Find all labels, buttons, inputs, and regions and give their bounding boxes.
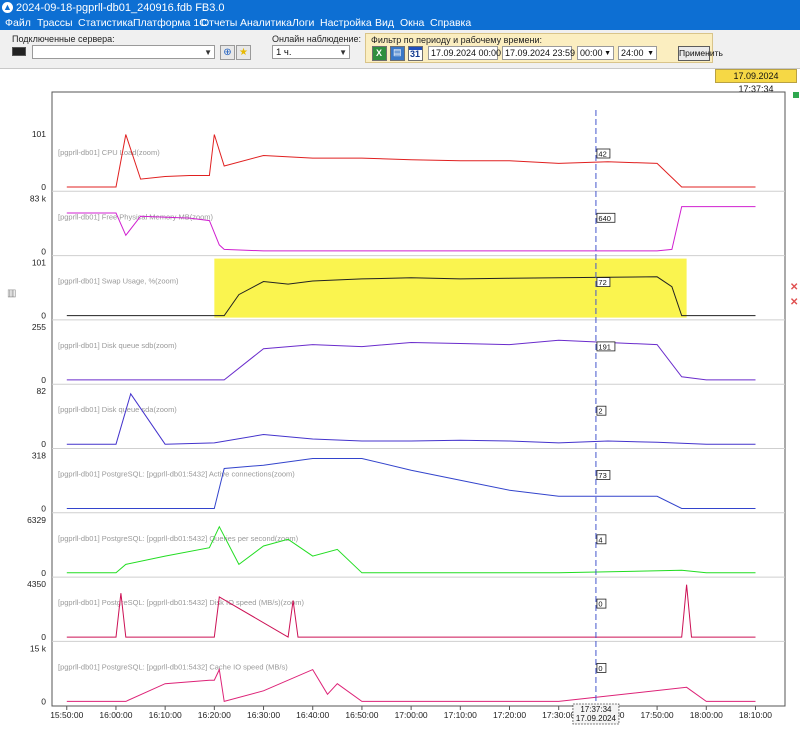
x-tick-label: 17:30:00 (542, 710, 575, 720)
series-title: [pgprll-db01] Swap Usage, %(zoom) (58, 277, 179, 286)
x-tick-label: 17:10:00 (444, 710, 477, 720)
x-tick-label: 18:10:00 (739, 710, 772, 720)
swap-highlight (214, 258, 687, 318)
series-title: [pgprll-db01] Disk queue sdb(zoom) (58, 341, 177, 350)
y-max-label: 82 (37, 386, 47, 396)
cursor-date-label: 17.09.2024 (576, 714, 617, 723)
x-tick-label: 17:00:00 (395, 710, 428, 720)
y-min-label: 0 (41, 568, 46, 578)
series-title: [pgprll-db01] PostgreSQL: [pgprll-db01:5… (58, 470, 295, 479)
cursor-value-label: 42 (598, 150, 606, 159)
cursor-value-label: 73 (598, 471, 606, 480)
y-max-label: 101 (32, 258, 46, 268)
y-min-label: 0 (41, 632, 46, 642)
y-max-label: 83 k (30, 193, 47, 203)
x-tick-label: 16:10:00 (149, 710, 182, 720)
y-min-label: 0 (41, 182, 46, 192)
y-min-label: 0 (41, 504, 46, 514)
x-tick-label: 17:50:00 (641, 710, 674, 720)
side-chart-icon[interactable]: ▥ (7, 288, 16, 299)
y-max-label: 101 (32, 129, 46, 139)
cursor-value-label: 0 (598, 664, 602, 673)
series-title: [pgprll-db01] Disk queue sda(zoom) (58, 405, 177, 414)
x-tick-label: 18:00:00 (690, 710, 723, 720)
cursor-value-label: 0 (598, 600, 602, 609)
plot-frame (51, 91, 786, 707)
cursor-value-label: 2 (598, 407, 602, 416)
charts-area[interactable]: 1010[pgprll-db01] CPU Load(zoom) 4283 k0[… (0, 0, 800, 730)
series-title: [pgprll-db01] Free Physical Memory MB(zo… (58, 212, 214, 221)
y-max-label: 318 (32, 451, 46, 461)
y-max-label: 15 k (30, 643, 47, 653)
y-min-label: 0 (41, 246, 46, 256)
x-tick-label: 17:20:00 (493, 710, 526, 720)
close-icon[interactable]: ✕ (790, 297, 798, 308)
x-tick-label: 16:40:00 (296, 710, 329, 720)
y-min-label: 0 (41, 311, 46, 321)
y-max-label: 6329 (27, 515, 46, 525)
cursor-value-label: 191 (598, 342, 611, 351)
x-tick-label: 16:20:00 (198, 710, 231, 720)
series-title: [pgprll-db01] PostgreSQL: [pgprll-db01:5… (58, 598, 304, 607)
close-icon[interactable]: ✕ (790, 282, 798, 293)
cursor-value-label: 72 (598, 278, 606, 287)
x-tick-label: 16:00:00 (99, 710, 132, 720)
x-tick-label: 15:50:00 (50, 710, 83, 720)
x-tick-label: 16:50:00 (345, 710, 378, 720)
series-title: [pgprll-db01] PostgreSQL: [pgprll-db01:5… (58, 534, 299, 543)
y-max-label: 4350 (27, 579, 46, 589)
y-min-label: 0 (41, 696, 46, 706)
series-title: [pgprll-db01] CPU Load(zoom) (58, 148, 160, 157)
cursor-value-label: 640 (598, 214, 611, 223)
x-tick-label: 16:30:00 (247, 710, 280, 720)
status-indicator (793, 92, 799, 98)
cursor-time-label: 17:37:34 (580, 705, 612, 714)
y-max-label: 255 (32, 322, 46, 332)
cursor-value-label: 4 (598, 535, 602, 544)
y-min-label: 0 (41, 439, 46, 449)
y-min-label: 0 (41, 375, 46, 385)
series-title: [pgprll-db01] PostgreSQL: [pgprll-db01:5… (58, 662, 288, 671)
